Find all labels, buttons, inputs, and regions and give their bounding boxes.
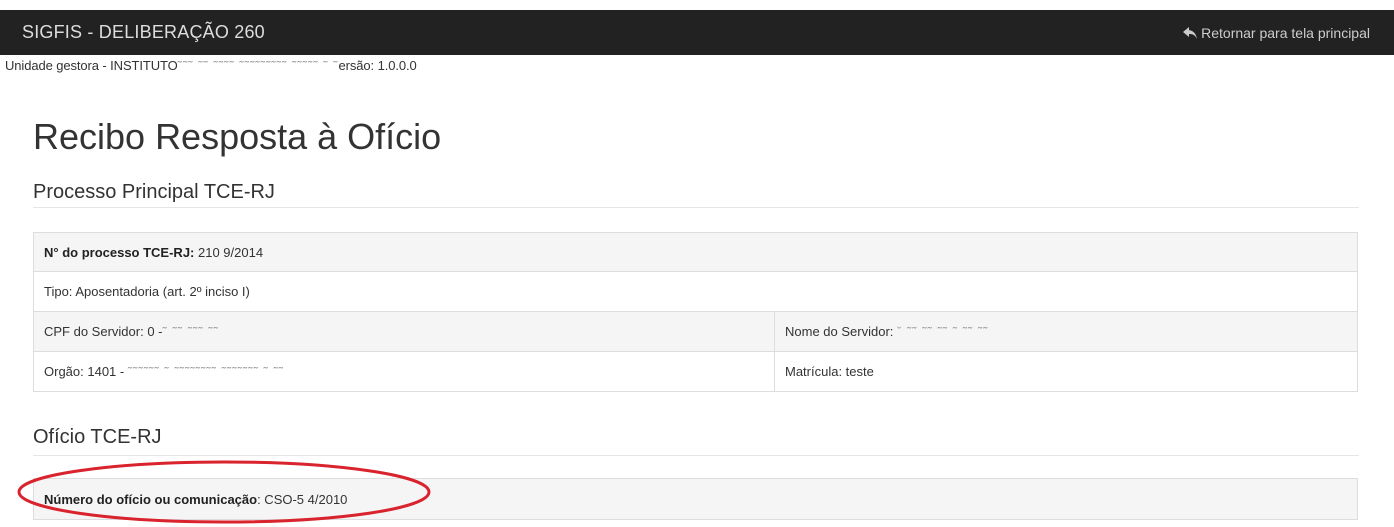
- redacted-unit-name: ˜˜˜ ˜˜ ˜˜˜˜ ˜˜˜˜˜˜˜˜˜ ˜˜˜˜˜ ˜ ˜: [177, 58, 339, 73]
- oficio-number-cell: Número do ofício ou comunicação: CSO-5 4…: [33, 478, 1358, 520]
- processo-number-label: N° do processo TCE-RJ:: [44, 244, 195, 260]
- oficio-section-title: Ofício TCE-RJ: [33, 426, 162, 448]
- section-divider: [33, 455, 1359, 456]
- table-row: Tipo: Aposentadoria (art. 2º inciso I): [33, 271, 1358, 312]
- cpf-value: 0 -: [147, 324, 163, 339]
- table-row: CPF do Servidor: 0 - ˜ ˜˜ ˜˜˜ ˜˜ Nome do…: [33, 311, 1358, 352]
- page-title: Recibo Resposta à Ofício: [33, 116, 442, 157]
- table-row: Orgão: 1401 - ˜˜˜˜˜˜ ˜ ˜˜˜˜˜˜˜˜ ˜˜˜˜˜˜˜ …: [33, 351, 1358, 392]
- redacted-name: ˇ ˜˜ ˜˜ ˜˜ ˜ ˜˜ ˜˜: [897, 324, 989, 339]
- return-label[interactable]: Retornar para tela principal: [1201, 25, 1370, 41]
- redacted-cpf: ˜ ˜˜ ˜˜˜ ˜˜: [162, 324, 219, 339]
- matricula-cell: Matrícula: teste: [774, 351, 1358, 392]
- app-brand[interactable]: SIGFIS - DELIBERAÇÃO 260: [22, 22, 265, 43]
- navbar: SIGFIS - DELIBERAÇÃO 260 Retornar para t…: [0, 10, 1394, 55]
- nome-cell: Nome do Servidor: ˇ ˜˜ ˜˜ ˜˜ ˜ ˜˜ ˜˜: [774, 311, 1358, 352]
- unit-prefix: Unidade gestora - INSTITUTO: [5, 58, 178, 73]
- return-to-main-link[interactable]: Retornar para tela principal: [1183, 25, 1370, 41]
- oficio-table: Número do ofício ou comunicação: CSO-5 4…: [33, 478, 1358, 520]
- cpf-label: CPF do Servidor:: [44, 324, 148, 339]
- nome-label: Nome do Servidor:: [785, 324, 897, 339]
- orgao-cell: Orgão: 1401 - ˜˜˜˜˜˜ ˜ ˜˜˜˜˜˜˜˜ ˜˜˜˜˜˜˜ …: [33, 351, 775, 392]
- oficio-number-value: : CSO-5 4/2010: [257, 491, 348, 507]
- processo-number-cell: N° do processo TCE-RJ: 210 9/2014: [33, 232, 1358, 272]
- redacted-orgao: ˜˜˜˜˜˜ ˜ ˜˜˜˜˜˜˜˜ ˜˜˜˜˜˜˜ ˜ ˜˜: [127, 364, 285, 379]
- section-divider: [33, 207, 1359, 208]
- unit-info-line: Unidade gestora - INSTITUTO ˜˜˜ ˜˜ ˜˜˜˜ …: [5, 58, 417, 73]
- processo-table: N° do processo TCE-RJ: 210 9/2014 Tipo: …: [33, 232, 1358, 392]
- version-text: ersão: 1.0.0.0: [338, 58, 417, 73]
- orgao-label: Orgão: 1401 -: [44, 364, 128, 379]
- processo-section-title: Processo Principal TCE-RJ: [33, 181, 275, 203]
- reply-arrow-icon: [1183, 27, 1198, 39]
- cpf-cell: CPF do Servidor: 0 - ˜ ˜˜ ˜˜˜ ˜˜: [33, 311, 775, 352]
- tipo-cell: Tipo: Aposentadoria (art. 2º inciso I): [33, 271, 1358, 312]
- table-row: N° do processo TCE-RJ: 210 9/2014: [33, 232, 1358, 272]
- oficio-number-label: Número do ofício ou comunicação: [44, 491, 258, 507]
- table-row: Número do ofício ou comunicação: CSO-5 4…: [33, 478, 1358, 520]
- processo-number-value: 210 9/2014: [194, 244, 264, 260]
